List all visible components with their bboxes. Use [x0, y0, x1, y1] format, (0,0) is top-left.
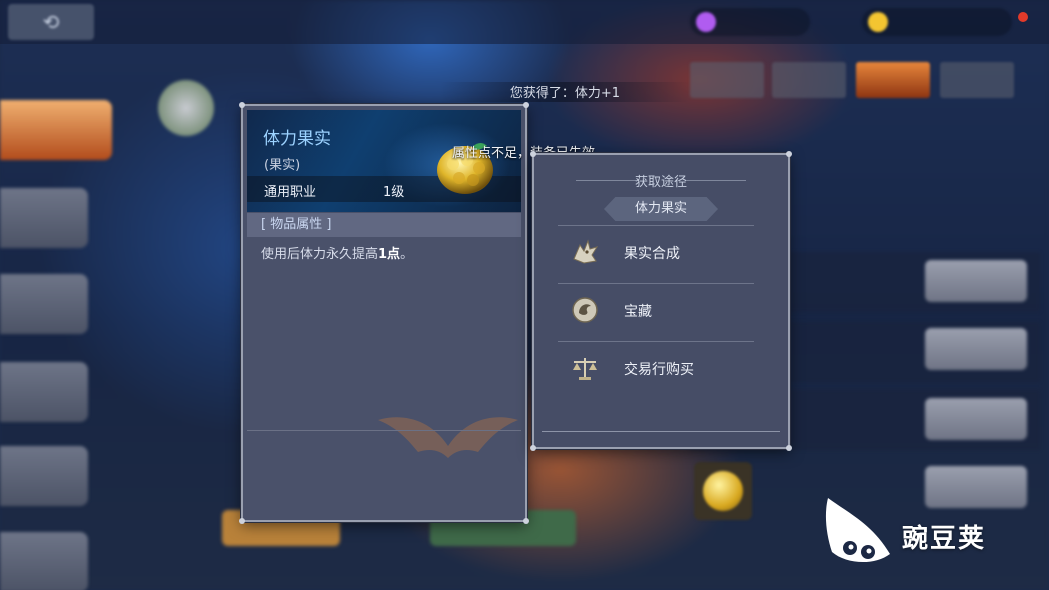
- nav-tab-4[interactable]: [0, 362, 88, 422]
- attribute-header: [ 物品属性 ]: [247, 213, 521, 237]
- list-action-button[interactable]: [925, 328, 1027, 370]
- source-item-label: 交易行购买: [624, 362, 694, 378]
- nav-tab-5[interactable]: [0, 446, 88, 506]
- tab-1[interactable]: [690, 62, 764, 98]
- wandoujia-logo-icon: [825, 498, 890, 563]
- reward-toast: 您获得了：体力+1: [440, 82, 690, 102]
- gold-counter: [862, 8, 1012, 36]
- corner-ornament: [530, 445, 536, 451]
- gem-counter: [690, 8, 810, 36]
- source-subtitle: 体力果实: [604, 197, 718, 221]
- nav-tab-6[interactable]: [0, 532, 88, 590]
- top-bar: ⟲: [0, 0, 1049, 44]
- divider: [686, 180, 746, 181]
- tab-4[interactable]: [940, 62, 1014, 98]
- list-action-button[interactable]: [925, 398, 1027, 440]
- source-item-label: 宝藏: [624, 304, 652, 320]
- nav-tab-3[interactable]: [0, 274, 88, 334]
- corner-ornament: [786, 151, 792, 157]
- item-slot[interactable]: [694, 462, 752, 520]
- item-detail-panel: 体力果实 (果实) 通用职业 1级 [ 物品属性 ] 使用后体力永久提高1点。: [239, 102, 529, 524]
- item-header: 体力果实 (果实) 通用职业 1级: [247, 110, 521, 212]
- nav-tab-2[interactable]: [0, 188, 88, 248]
- source-title: 获取途径: [634, 175, 687, 190]
- avatar[interactable]: [158, 80, 214, 136]
- tab-2[interactable]: [772, 62, 846, 98]
- gem-icon: [696, 12, 716, 32]
- nav-tab-active[interactable]: [0, 100, 112, 160]
- dragon-head-icon: [573, 239, 599, 264]
- corner-ornament: [239, 518, 245, 524]
- gold-coin-icon: [868, 12, 888, 32]
- corner-ornament: [530, 151, 536, 157]
- tab-3[interactable]: [856, 62, 930, 98]
- corner-ornament: [239, 102, 245, 108]
- desc-value: 1点: [378, 247, 401, 262]
- item-type: (果实): [264, 158, 301, 173]
- back-button[interactable]: ⟲: [8, 4, 94, 40]
- source-item-auction-purchase[interactable]: 交易行购买: [534, 341, 788, 399]
- list-action-button[interactable]: [925, 260, 1027, 302]
- source-item-treasure[interactable]: 宝藏: [534, 283, 788, 341]
- desc-prefix: 使用后体力永久提高: [261, 247, 379, 262]
- source-item-fruit-synthesis[interactable]: 果实合成: [534, 225, 788, 283]
- source-panel: 获取途径 体力果实 果实合成 宝藏 交易行购买: [530, 151, 792, 451]
- corner-ornament: [786, 445, 792, 451]
- watermark-text: 豌豆荚: [902, 524, 987, 554]
- corner-ornament: [523, 102, 529, 108]
- watermark: 豌豆荚: [820, 494, 1030, 574]
- divider: [542, 431, 780, 432]
- item-class: 通用职业: [264, 185, 317, 200]
- dragon-emblem-icon: [572, 297, 598, 323]
- wing-emblem-icon: [378, 417, 518, 458]
- divider: [247, 430, 521, 431]
- item-name: 体力果实: [263, 129, 331, 149]
- scales-icon: [573, 358, 597, 380]
- item-level: 1级: [383, 185, 405, 200]
- attribute-description: 使用后体力永久提高1点。: [261, 243, 413, 262]
- desc-suffix: 。: [400, 247, 414, 262]
- notification-badge: [1018, 12, 1028, 22]
- source-item-label: 果实合成: [624, 246, 680, 262]
- corner-ornament: [523, 518, 529, 524]
